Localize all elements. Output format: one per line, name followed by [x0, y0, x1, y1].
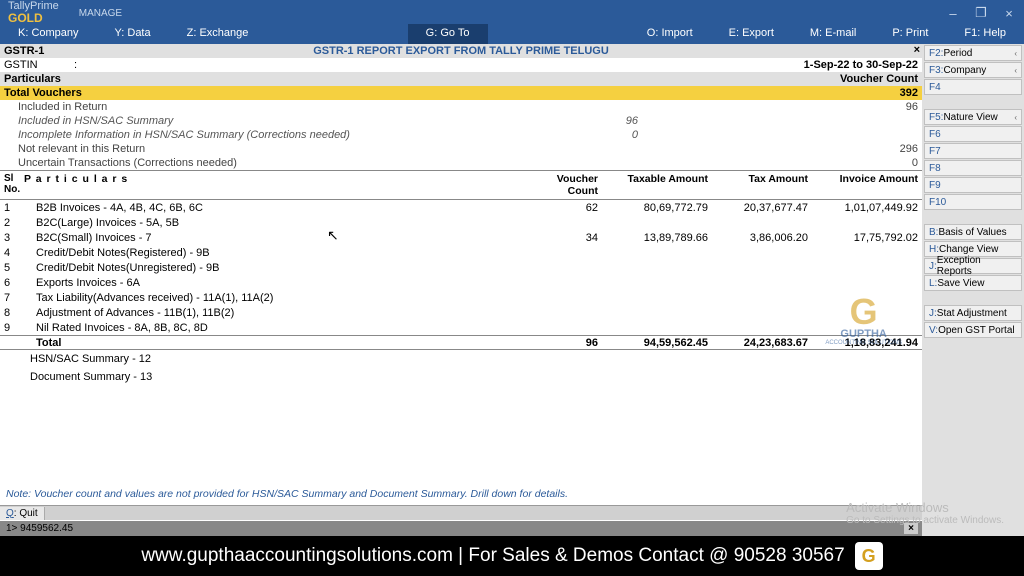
report-name: GSTR-1	[4, 45, 44, 57]
menu-export[interactable]: E: Export	[711, 24, 792, 44]
side-item[interactable]: J: Stat Adjustment	[924, 305, 1022, 321]
uncertain-label[interactable]: Uncertain Transactions (Corrections need…	[18, 157, 237, 169]
side-item: F7	[924, 143, 1022, 159]
not-relevant-val: 296	[900, 143, 918, 155]
period: 1-Sep-22 to 30-Sep-22	[804, 59, 918, 71]
table-row[interactable]: 1B2B Invoices - 4A, 4B, 4C, 6B, 6C6280,6…	[0, 200, 922, 215]
table-row[interactable]: 2B2C(Large) Invoices - 5A, 5B	[0, 215, 922, 230]
hsn-incomp-val: 0	[632, 129, 638, 141]
summary-row[interactable]: Document Summary - 13	[0, 368, 922, 386]
uncertain-val: 0	[912, 157, 918, 169]
total-vouchers-label: Total Vouchers	[4, 87, 82, 99]
menu-company[interactable]: K: Company	[0, 24, 97, 44]
side-panel: F2: Period‹F3: Company‹F4 F5: Nature Vie…	[922, 44, 1024, 536]
side-item[interactable]: J: Exception Reports	[924, 258, 1022, 274]
table-header: SlNo. P a r t i c u l a r s VoucherCount…	[0, 170, 922, 200]
table-row[interactable]: 9Nil Rated Invoices - 8A, 8B, 8C, 8D	[0, 320, 922, 335]
hsn-inc-label[interactable]: Included in HSN/SAC Summary	[18, 115, 173, 127]
quit-bar: Q: Quit	[0, 505, 922, 520]
gstin-label: GSTIN	[4, 59, 74, 71]
side-item[interactable]: L: Save View	[924, 275, 1022, 291]
side-item[interactable]: V: Open GST Portal	[924, 322, 1022, 338]
maximize-icon[interactable]: ❐	[974, 6, 988, 20]
menu-data[interactable]: Y: Data	[97, 24, 169, 44]
particulars-hdr: Particulars	[4, 73, 61, 85]
activate-windows: Activate Windows Go to Settings to activ…	[846, 500, 1004, 526]
watermark-logo: G GUPTHA ACCOUNTING SOLUTIONS	[825, 296, 902, 346]
close-icon[interactable]: ×	[1002, 6, 1016, 20]
calculator-bar: Calculator ×	[0, 521, 922, 536]
voucher-count-hdr: Voucher Count	[840, 73, 918, 85]
side-item: F8	[924, 160, 1022, 176]
summary-row[interactable]: HSN/SAC Summary - 12	[0, 350, 922, 368]
note: Note: Voucher count and values are not p…	[0, 484, 922, 504]
table-row[interactable]: 7Tax Liability(Advances received) - 11A(…	[0, 290, 922, 305]
manage-label[interactable]: MANAGE	[79, 8, 122, 19]
side-item[interactable]: F3: Company‹	[924, 62, 1022, 78]
table-row[interactable]: 3B2C(Small) Invoices - 73413,89,789.663,…	[0, 230, 922, 245]
side-item: F10	[924, 194, 1022, 210]
menu-goto[interactable]: G: Go To	[408, 24, 488, 44]
total-vouchers-val: 392	[900, 87, 918, 99]
minimize-icon[interactable]: –	[946, 6, 960, 20]
menubar: K: Company Y: Data Z: Exchange G: Go To …	[0, 24, 1024, 44]
report-close-icon[interactable]: ×	[914, 44, 920, 56]
calc-output: 1> 9459562.45	[6, 523, 73, 534]
menu-exchange[interactable]: Z: Exchange	[169, 24, 267, 44]
hsn-incomp-label[interactable]: Incomplete Information in HSN/SAC Summar…	[18, 129, 350, 141]
quit-button[interactable]: Q: Quit	[0, 507, 45, 520]
total-row: Total 96 94,59,562.45 24,23,683.67 1,18,…	[0, 335, 922, 350]
side-item: F9	[924, 177, 1022, 193]
table-row[interactable]: 5Credit/Debit Notes(Unregistered) - 9B	[0, 260, 922, 275]
included-label[interactable]: Included in Return	[18, 101, 107, 113]
titlebar: TallyPrime GOLD MANAGE – ❐ ×	[0, 0, 1024, 26]
menu-email[interactable]: M: E-mail	[792, 24, 874, 44]
side-item: F6	[924, 126, 1022, 142]
not-relevant-label[interactable]: Not relevant in this Return	[18, 143, 145, 155]
footer-logo-icon: G	[855, 542, 883, 570]
table-row[interactable]: 4Credit/Debit Notes(Registered) - 9B	[0, 245, 922, 260]
report-pane: GSTR-1 GSTR-1 REPORT EXPORT FROM TALLY P…	[0, 44, 922, 536]
menu-help[interactable]: F1: Help	[946, 24, 1024, 44]
report-title: GSTR-1 REPORT EXPORT FROM TALLY PRIME TE…	[313, 45, 609, 57]
side-item[interactable]: F2: Period‹	[924, 45, 1022, 61]
side-item[interactable]: F5: Nature View‹	[924, 109, 1022, 125]
included-val: 96	[906, 101, 918, 113]
table-row[interactable]: 6Exports Invoices - 6A	[0, 275, 922, 290]
footer-banner: www.gupthaaccountingsolutions.com | For …	[0, 536, 1024, 576]
side-item: F4	[924, 79, 1022, 95]
menu-import[interactable]: O: Import	[629, 24, 711, 44]
hsn-inc-val: 96	[626, 115, 638, 127]
menu-print[interactable]: P: Print	[874, 24, 946, 44]
table-row[interactable]: 8Adjustment of Advances - 11B(1), 11B(2)	[0, 305, 922, 320]
side-item[interactable]: B: Basis of Values	[924, 224, 1022, 240]
